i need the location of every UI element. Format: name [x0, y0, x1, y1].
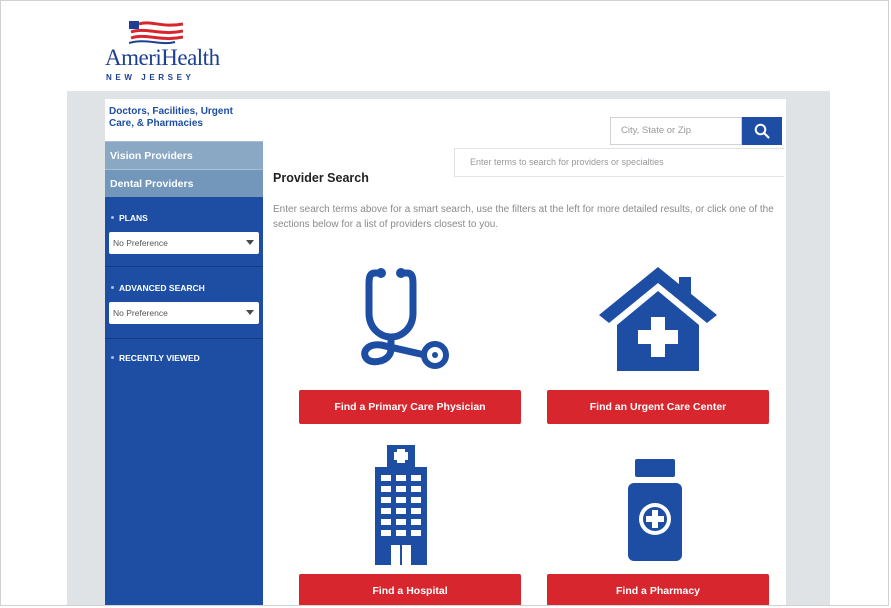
advanced-search-label: ADVANCED SEARCH — [105, 283, 263, 293]
search-terms-input[interactable]: Enter terms to search for providers or s… — [454, 148, 784, 177]
sidebar-item-dental[interactable]: Dental Providers — [105, 169, 263, 197]
hospital-building-icon — [375, 445, 427, 565]
stethoscope-icon — [361, 268, 449, 369]
plans-select[interactable]: No Preference — [109, 232, 259, 254]
search-button[interactable] — [742, 117, 782, 145]
intro-text: Enter search terms above for a smart sea… — [273, 204, 774, 230]
page-frame: AmeriHealth NEW JERSEY Doctors, Faciliti… — [0, 0, 889, 606]
plans-select-value: No Preference — [113, 238, 168, 248]
advanced-select-value: No Preference — [113, 308, 168, 318]
plans-label: PLANS — [105, 213, 263, 223]
location-input[interactable]: City, State or Zip — [610, 117, 742, 145]
search-icon — [754, 123, 770, 139]
advanced-search-select[interactable]: No Preference — [109, 302, 259, 324]
provider-panel: Doctors, Facilities, Urgent Care, & Phar… — [105, 99, 786, 605]
find-hospital-button[interactable]: Find a Hospital — [299, 574, 521, 605]
recently-viewed-toggle[interactable]: RECENTLY VIEWED — [105, 353, 263, 363]
find-primary-care-button[interactable]: Find a Primary Care Physician — [299, 390, 521, 424]
brand-name: AmeriHealth — [105, 45, 220, 70]
sidebar-item-doctors[interactable]: Doctors, Facilities, Urgent Care, & Phar… — [105, 99, 263, 141]
brand-region: NEW JERSEY — [106, 73, 195, 82]
chevron-down-icon — [246, 240, 254, 245]
chevron-down-icon — [246, 310, 254, 315]
house-medical-icon — [599, 267, 717, 371]
sidebar-item-vision[interactable]: Vision Providers — [105, 141, 263, 169]
flag-icon — [129, 21, 183, 45]
sidebar: Doctors, Facilities, Urgent Care, & Phar… — [105, 99, 263, 605]
find-urgent-care-button[interactable]: Find an Urgent Care Center — [547, 390, 769, 424]
page-title: Provider Search — [273, 171, 369, 185]
amerihealth-logo[interactable]: AmeriHealth NEW JERSEY — [105, 17, 225, 87]
find-pharmacy-button[interactable]: Find a Pharmacy — [547, 574, 769, 605]
medicine-bottle-icon — [628, 459, 682, 561]
